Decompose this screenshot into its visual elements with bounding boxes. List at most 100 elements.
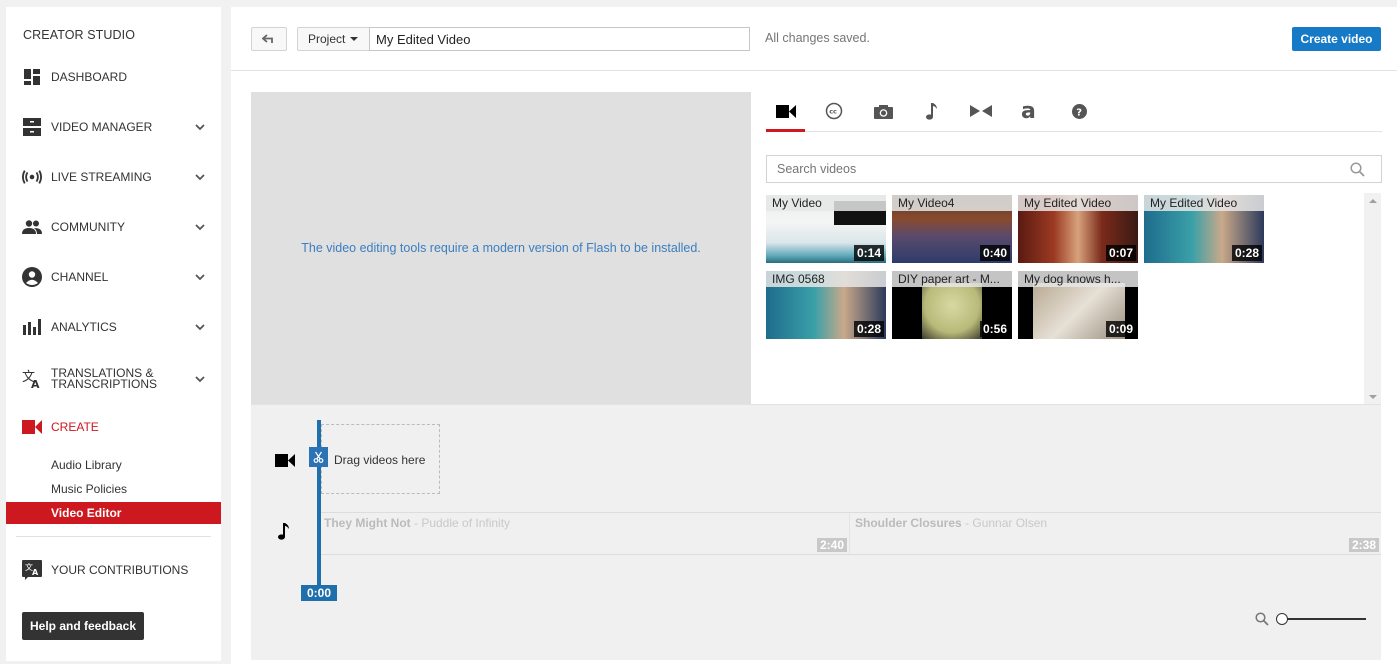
- audio-duration: 2:38: [1348, 538, 1379, 552]
- contributions-icon: 文A: [22, 560, 42, 580]
- project-title-input[interactable]: [369, 27, 750, 51]
- video-thumbnail[interactable]: My Video4 0:40: [892, 195, 1012, 263]
- chevron-down-icon[interactable]: [194, 171, 206, 183]
- audio-clip[interactable]: They Might Not - Puddle of Infinity 2:40: [319, 513, 850, 554]
- video-title: My dog knows h...: [1018, 271, 1138, 287]
- sidebar: CREATOR STUDIO DASHBOARD VIDEO MANAGER L…: [6, 7, 221, 661]
- video-duration: 0:14: [853, 245, 884, 261]
- video-duration: 0:28: [1231, 245, 1262, 261]
- sidebar-item-your-contributions[interactable]: 文A YOUR CONTRIBUTIONS: [6, 555, 221, 585]
- translate-icon: 文A: [22, 369, 42, 389]
- help-feedback-button[interactable]: Help and feedback: [22, 612, 144, 640]
- save-status: All changes saved.: [765, 31, 870, 45]
- tab-creative-commons[interactable]: cc: [814, 92, 854, 130]
- scroll-down-arrow-icon[interactable]: [1369, 395, 1377, 399]
- sidebar-item-label: DASHBOARD: [51, 69, 128, 84]
- video-title: My Video4: [892, 195, 1012, 211]
- video-thumbnail[interactable]: My Video 0:14: [766, 195, 886, 263]
- dashboard-icon: [22, 67, 42, 87]
- create-video-icon: [22, 417, 42, 437]
- video-thumbnail[interactable]: DIY paper art - M... 0:56: [892, 271, 1012, 339]
- tab-text[interactable]: a: [1010, 92, 1050, 130]
- sidebar-item-label: CREATE: [51, 419, 99, 434]
- sidebar-item-live-streaming[interactable]: LIVE STREAMING: [6, 162, 221, 192]
- video-duration: 0:07: [1105, 245, 1136, 261]
- playhead[interactable]: [317, 420, 321, 585]
- video-thumbnail[interactable]: IMG 0568 0:28: [766, 271, 886, 339]
- sidebar-item-label: YOUR CONTRIBUTIONS: [51, 562, 189, 577]
- tab-photos[interactable]: [863, 92, 903, 130]
- chevron-down-icon[interactable]: [194, 373, 206, 385]
- create-video-button[interactable]: Create video: [1292, 27, 1381, 51]
- video-title: My Video: [766, 195, 886, 211]
- flash-required-message: The video editing tools require a modern…: [301, 241, 701, 255]
- video-title: IMG 0568: [766, 271, 886, 287]
- chevron-down-icon[interactable]: [194, 121, 206, 133]
- chevron-down-icon[interactable]: [194, 221, 206, 233]
- sidebar-item-label: ANALYTICS: [51, 319, 117, 334]
- sidebar-subitem-audio-library[interactable]: Audio Library: [6, 454, 221, 476]
- sidebar-subitem-music-policies[interactable]: Music Policies: [6, 478, 221, 500]
- svg-text:A: A: [32, 568, 39, 577]
- video-title: DIY paper art - M...: [892, 271, 1012, 287]
- sidebar-item-community[interactable]: COMMUNITY: [6, 212, 221, 242]
- search-icon[interactable]: [1350, 162, 1365, 177]
- video-duration: 0:09: [1105, 321, 1136, 337]
- tab-videos[interactable]: [766, 92, 806, 132]
- music-note-icon: [926, 102, 937, 120]
- audio-track: They Might Not - Puddle of Infinity 2:40…: [319, 512, 1381, 555]
- search-videos-input[interactable]: [767, 156, 1381, 182]
- video-editor-main: Project All changes saved. Create video …: [231, 7, 1397, 664]
- video-title: My Edited Video: [1144, 195, 1264, 211]
- scroll-up-arrow-icon[interactable]: [1369, 199, 1377, 203]
- video-preview: The video editing tools require a modern…: [251, 92, 751, 404]
- video-thumbnail[interactable]: My dog knows h... 0:09: [1018, 271, 1138, 339]
- video-grid-scrollbar[interactable]: [1364, 193, 1381, 405]
- scissors-icon: [313, 451, 324, 463]
- back-button[interactable]: [251, 27, 287, 51]
- video-thumbnail[interactable]: My Edited Video 0:07: [1018, 195, 1138, 263]
- sidebar-item-analytics[interactable]: ANALYTICS: [6, 312, 221, 342]
- tab-audio[interactable]: [912, 92, 952, 130]
- timeline-zoom-slider[interactable]: [1276, 612, 1366, 626]
- community-icon: [22, 217, 42, 237]
- chevron-down-icon[interactable]: [194, 271, 206, 283]
- tab-transitions[interactable]: [961, 92, 1001, 130]
- video-duration: 0:40: [979, 245, 1010, 261]
- tab-help[interactable]: ?: [1059, 92, 1099, 130]
- editor-toolbar: Project All changes saved. Create video: [231, 7, 1397, 71]
- timeline: Drag videos here They Might Not - Puddle…: [251, 404, 1381, 660]
- thumbnail-image: [922, 283, 982, 339]
- sidebar-item-create[interactable]: CREATE: [6, 412, 221, 442]
- caret-down-icon: [350, 37, 359, 41]
- split-clip-button[interactable]: [309, 447, 328, 467]
- audio-clip[interactable]: Shoulder Closures - Gunnar Olsen 2:38: [850, 513, 1381, 554]
- svg-text:a: a: [1021, 101, 1036, 121]
- sidebar-subitem-video-editor[interactable]: Video Editor: [6, 502, 221, 524]
- sidebar-item-label: CHANNEL: [51, 269, 109, 284]
- audio-song-title: They Might Not: [324, 516, 411, 530]
- zoom-slider-knob[interactable]: [1276, 613, 1288, 625]
- channel-icon: [22, 267, 42, 287]
- media-tabs: cc a ?: [766, 92, 1382, 132]
- chevron-down-icon[interactable]: [194, 321, 206, 333]
- sidebar-item-channel[interactable]: CHANNEL: [6, 262, 221, 292]
- video-manager-icon: [22, 117, 42, 137]
- audio-duration: 2:40: [816, 538, 847, 552]
- video-duration: 0:56: [979, 321, 1010, 337]
- audio-track-icon: [278, 523, 289, 540]
- sidebar-item-translations[interactable]: 文A TRANSLATIONS & TRANSCRIPTIONS: [6, 364, 221, 394]
- sidebar-item-label: LIVE STREAMING: [51, 169, 152, 184]
- sidebar-item-video-manager[interactable]: VIDEO MANAGER: [6, 112, 221, 142]
- playhead-time: 0:00: [301, 585, 337, 601]
- sidebar-item-dashboard[interactable]: DASHBOARD: [6, 62, 221, 92]
- svg-text:A: A: [31, 378, 40, 389]
- video-thumbnail[interactable]: My Edited Video 0:28: [1144, 195, 1264, 263]
- project-dropdown[interactable]: Project: [297, 27, 370, 51]
- sidebar-item-label: TRANSLATIONS & TRANSCRIPTIONS: [51, 366, 158, 391]
- audio-artist: Puddle of Infinity: [421, 516, 511, 530]
- sidebar-item-label: VIDEO MANAGER: [51, 119, 153, 134]
- search-videos-box: [766, 155, 1382, 183]
- zoom-icon: [1255, 612, 1269, 626]
- camera-icon: [873, 104, 893, 119]
